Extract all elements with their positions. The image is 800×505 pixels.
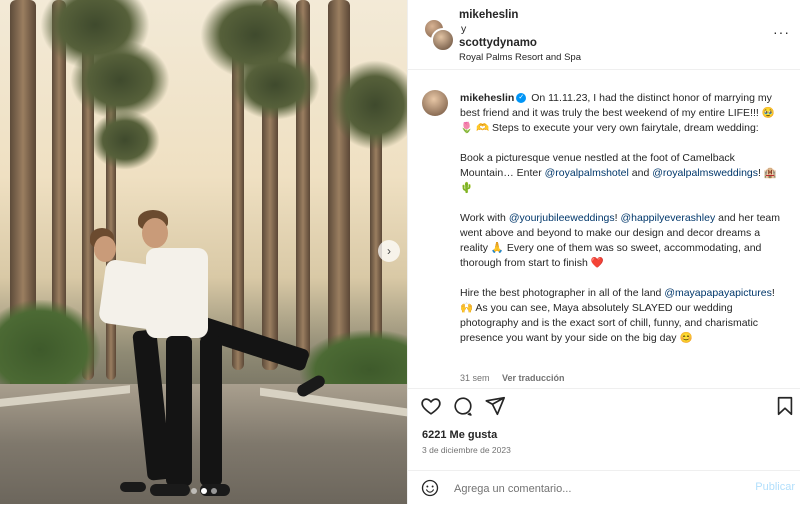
- carousel-next-button[interactable]: ›: [378, 240, 400, 262]
- mention-link[interactable]: @happilyeverashley: [620, 212, 715, 224]
- palm-frond: [90, 110, 160, 170]
- caption-meta: 31 sem Ver traducción: [460, 373, 565, 383]
- see-translation-link[interactable]: Ver traducción: [502, 373, 565, 383]
- post-modal: › mikeheslin y scottydynamo Royal Palms …: [0, 0, 800, 504]
- time-ago: 31 sem: [460, 373, 490, 383]
- action-bar: [408, 388, 800, 423]
- emoji-icon[interactable]: [421, 479, 439, 497]
- mention-link[interactable]: @royalpalmsweddings: [652, 167, 758, 179]
- comment-input[interactable]: [452, 479, 736, 499]
- publish-button[interactable]: Publicar: [755, 481, 795, 493]
- share-icon[interactable]: [484, 395, 506, 417]
- more-options-button[interactable]: ···: [773, 24, 790, 40]
- header-username-1[interactable]: mikeheslin: [459, 9, 518, 21]
- comment-icon[interactable]: [452, 395, 474, 417]
- post-photo[interactable]: ›: [0, 0, 407, 504]
- mention-link[interactable]: @mayapapayapictures: [664, 287, 772, 299]
- caption-text: mikeheslin ✓ On 11.11.23, I had the disti…: [460, 91, 790, 361]
- mention-link[interactable]: @royalpalmshotel: [545, 167, 629, 179]
- caption-paragraph: mikeheslin ✓ On 11.11.23, I had the disti…: [460, 91, 790, 136]
- more-icon: ···: [773, 24, 790, 40]
- palm-frond: [70, 40, 170, 120]
- caption-username[interactable]: mikeheslin: [460, 92, 514, 104]
- header-conjunction: y: [461, 23, 467, 35]
- caption-line: Hire the best photographer in all of the…: [460, 287, 665, 299]
- post-date: 3 de diciembre de 2023: [422, 445, 511, 455]
- collab-avatars[interactable]: [419, 18, 455, 52]
- carousel-dot-active: [200, 488, 207, 494]
- header-username-2[interactable]: scottydynamo: [459, 37, 537, 49]
- caption-paragraph: Work with @yourjubileeweddings! @happily…: [460, 211, 790, 271]
- likes-count[interactable]: 6221 Me gusta: [422, 429, 497, 441]
- carousel-dots: [0, 488, 407, 494]
- caption-line: and: [628, 167, 653, 179]
- post-panel: mikeheslin y scottydynamo Royal Palms Re…: [407, 0, 800, 504]
- palm-trunk: [328, 0, 350, 380]
- mention-link[interactable]: @yourjubileeweddings: [509, 212, 615, 224]
- post-header: mikeheslin y scottydynamo Royal Palms Re…: [408, 0, 800, 70]
- carousel-dot: [210, 488, 217, 494]
- heart-icon[interactable]: [420, 395, 442, 417]
- caption-paragraph: Hire the best photographer in all of the…: [460, 286, 790, 346]
- avatar[interactable]: [431, 28, 455, 52]
- palm-frond: [230, 50, 320, 120]
- avatar[interactable]: [422, 90, 448, 116]
- comment-bar: Publicar: [408, 470, 800, 505]
- location-link[interactable]: Royal Palms Resort and Spa: [459, 52, 581, 63]
- caption-paragraph: Book a picturesque venue nestled at the …: [460, 151, 790, 196]
- caption-area: mikeheslin ✓ On 11.11.23, I had the disti…: [408, 70, 800, 386]
- verified-icon: ✓: [516, 93, 527, 104]
- caption-line: Work with: [460, 212, 509, 224]
- bookmark-icon[interactable]: [774, 395, 796, 417]
- carousel-dot: [190, 488, 197, 494]
- chevron-right-icon: ›: [387, 244, 391, 258]
